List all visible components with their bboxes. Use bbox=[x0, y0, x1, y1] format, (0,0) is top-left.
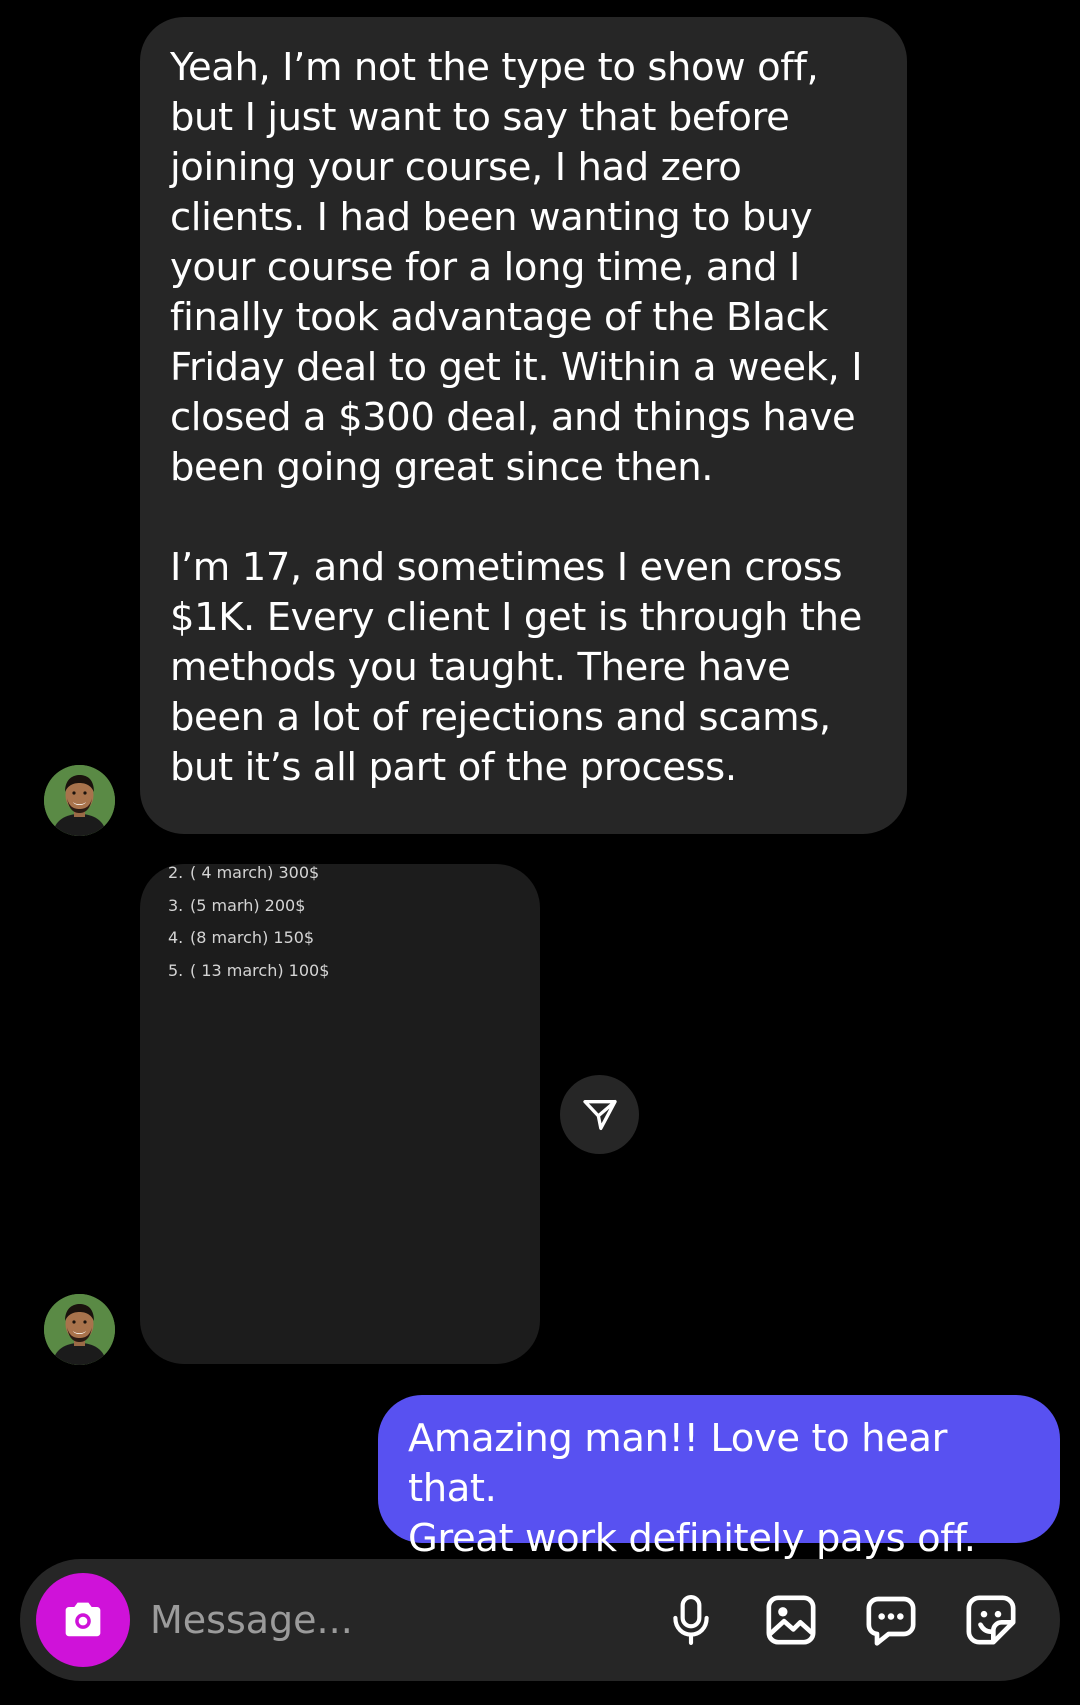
message-composer bbox=[20, 1559, 1060, 1681]
message-text: Amazing man!! Love to hear that. bbox=[408, 1416, 948, 1511]
chat-bubble-icon bbox=[866, 1596, 916, 1646]
list-item: 2.( 4 march) 300$ bbox=[168, 863, 320, 882]
sticker-button[interactable] bbox=[961, 1590, 1021, 1650]
list-item: 4. (8 march) 150$ bbox=[168, 928, 315, 948]
gallery-button[interactable] bbox=[761, 1590, 821, 1650]
earnings-list: 2.( 4 march) 300$ 3. (5 marh) 200$ 4. (8 m… bbox=[168, 863, 329, 993]
avatar[interactable] bbox=[44, 1294, 115, 1365]
camera-button[interactable] bbox=[36, 1573, 130, 1667]
message-text: I’m 17, and sometimes I even cross $1K. … bbox=[170, 545, 862, 790]
chat-button[interactable] bbox=[861, 1590, 921, 1650]
message-text: Yeah, I’m not the type to show off, but … bbox=[170, 45, 863, 490]
avatar-image bbox=[44, 765, 115, 836]
incoming-message-bubble[interactable]: Yeah, I’m not the type to show off, but … bbox=[140, 17, 907, 834]
avatar-image bbox=[44, 1294, 115, 1365]
list-item: 3. (5 marh) 200$ bbox=[168, 895, 306, 915]
microphone-icon bbox=[673, 1595, 709, 1645]
message-text: Great work definitely pays off. bbox=[408, 1516, 976, 1561]
send-icon bbox=[582, 1099, 617, 1130]
image-icon bbox=[766, 1595, 816, 1645]
sticker-icon bbox=[966, 1595, 1016, 1645]
list-item: 5.( 13 march) 100$ bbox=[168, 960, 330, 980]
share-button[interactable] bbox=[560, 1075, 639, 1154]
avatar[interactable] bbox=[44, 765, 115, 836]
camera-icon bbox=[65, 1602, 101, 1637]
microphone-button[interactable] bbox=[661, 1590, 721, 1650]
outgoing-message-bubble[interactable]: Amazing man!! Love to hear that. Great w… bbox=[378, 1395, 1060, 1561]
message-input[interactable] bbox=[150, 1589, 630, 1651]
